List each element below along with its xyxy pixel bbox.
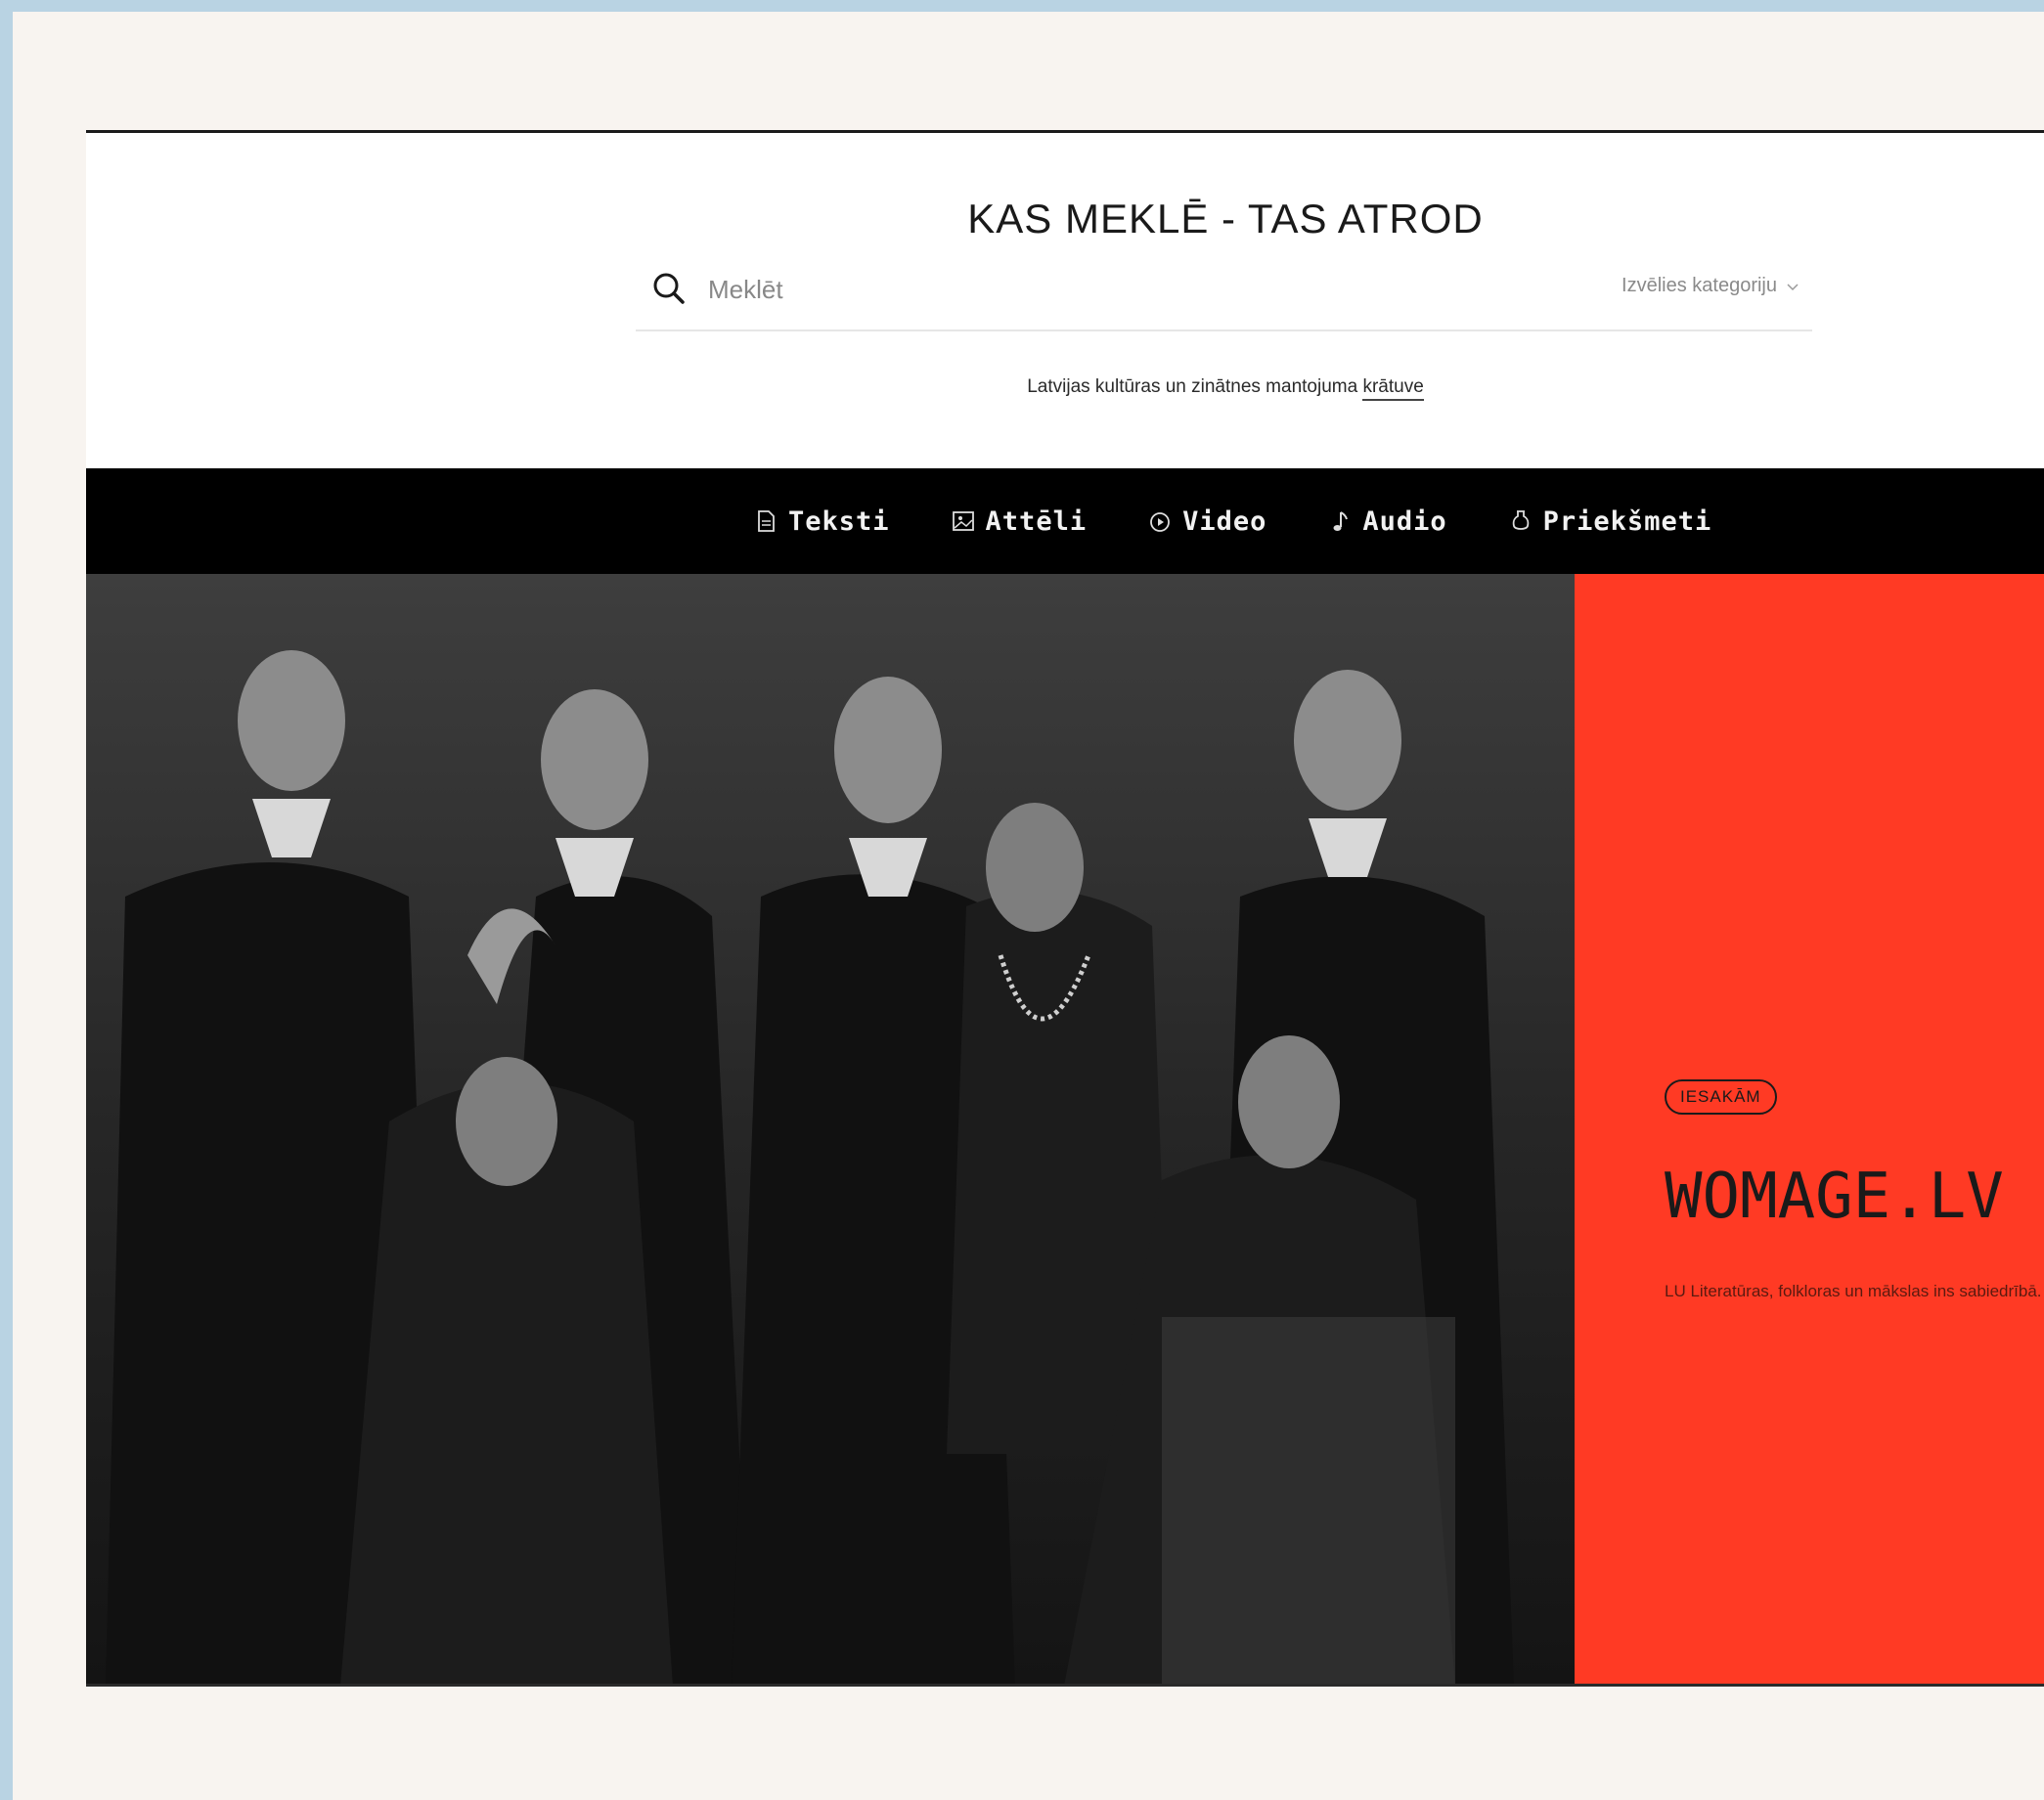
document-icon	[758, 510, 775, 532]
historic-group-photo[interactable]	[86, 574, 1575, 1686]
category-select[interactable]: Izvēlies kategoriju	[1622, 275, 1799, 297]
nav-item-audio[interactable]: Audio	[1327, 506, 1446, 537]
nav-item-atteli[interactable]: Attēli	[951, 506, 1088, 537]
headline: KAS MEKLĒ - TAS ATROD	[86, 196, 2044, 242]
feature-description: LU Literatūras, folkloras un mākslas ins…	[1665, 1282, 2042, 1300]
nav-item-label: Attēli	[985, 505, 1088, 537]
hero-banner: IESAKĀM WOMAGE.LV LU Literatūras, folklo…	[86, 574, 2044, 1686]
page-title: KAS MEKLĒ - TAS ATROD	[967, 196, 1484, 241]
search-icon[interactable]	[649, 269, 689, 308]
nav-item-label: Video	[1182, 505, 1267, 537]
category-select-label: Izvēlies kategoriju	[1622, 275, 1777, 296]
nav-item-label: Priekšmeti	[1542, 505, 1712, 537]
nav-item-label: Teksti	[788, 505, 890, 537]
image-icon	[952, 511, 974, 531]
tagline: Latvijas kultūras un zinātnes mantojuma …	[86, 376, 2044, 401]
vase-icon	[1512, 510, 1529, 530]
window-frame-left	[0, 0, 13, 1800]
nav-item-prieksmeti[interactable]: Priekšmeti	[1508, 506, 1712, 537]
tagline-text: Latvijas kultūras un zinātnes mantojuma	[1027, 376, 1363, 397]
chevron-down-icon	[1787, 283, 1799, 290]
recommended-badge: IESAKĀM	[1665, 1079, 1777, 1115]
bottom-divider	[86, 1684, 2044, 1687]
play-circle-icon	[1150, 512, 1170, 532]
featured-panel[interactable]: IESAKĀM WOMAGE.LV LU Literatūras, folklo…	[1575, 574, 2044, 1686]
nav-item-label: Audio	[1362, 505, 1447, 537]
window-frame-top	[0, 0, 2044, 12]
nav-item-teksti[interactable]: Teksti	[753, 506, 890, 537]
tagline-link[interactable]: krātuve	[1362, 376, 1424, 401]
group-photo-illustration	[86, 574, 1575, 1686]
category-navbar: Teksti Attēli Video Audio Priekšmeti	[86, 468, 2044, 574]
music-note-icon	[1333, 511, 1349, 531]
search-input[interactable]	[706, 271, 1395, 308]
feature-title[interactable]: WOMAGE.LV	[1665, 1161, 2004, 1233]
top-divider	[86, 130, 2044, 133]
search-bar: Izvēlies kategoriju	[636, 259, 1812, 331]
nav-item-video[interactable]: Video	[1147, 506, 1266, 537]
